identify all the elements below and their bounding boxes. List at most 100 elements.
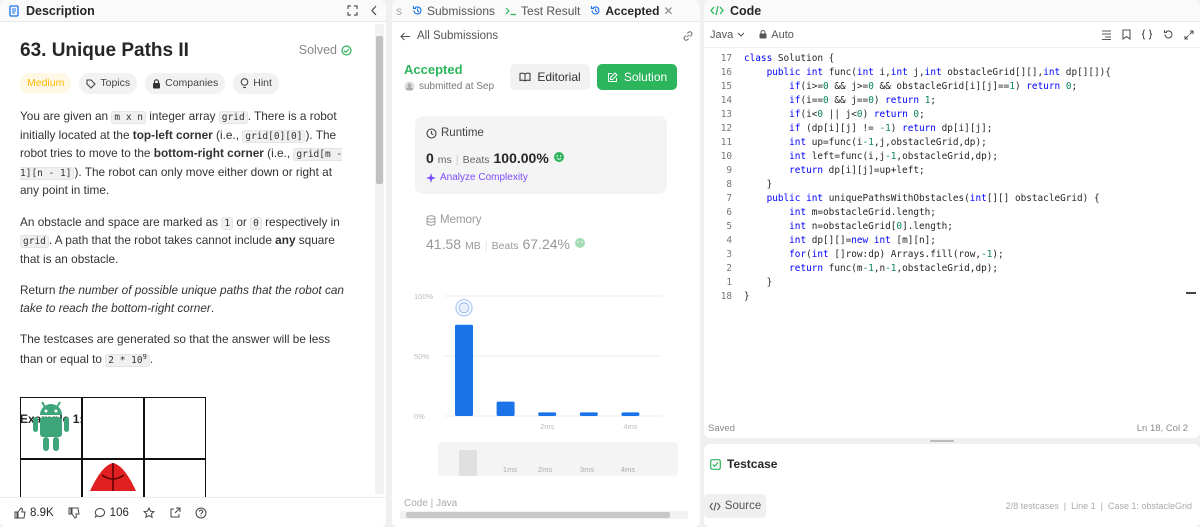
line-number: 6 <box>726 207 732 218</box>
source-button[interactable]: Source <box>704 494 766 518</box>
description-scrollbar[interactable] <box>375 24 384 494</box>
document-icon <box>8 4 20 17</box>
companies-tag[interactable]: Companies <box>145 73 226 94</box>
code-line[interactable]: 10 int left=func(i,j-1,obstacleGrid,dp); <box>704 150 1192 164</box>
range-axis: 1ms 2ms 3ms 4ms <box>503 465 635 474</box>
code-text: if(i>=0 && j>=0 && obstacleGrid[i][j]==1… <box>789 81 1078 92</box>
code-line[interactable]: 12 if (dp[i][j] != -1) return dp[i][j]; <box>704 122 1192 136</box>
code-line[interactable]: 8 } <box>704 178 1192 192</box>
code-line[interactable]: 3 for(int []row:dp) Arrays.fill(row,-1); <box>704 248 1192 262</box>
code-line[interactable]: 16 public int func(int i,int j,int obsta… <box>704 66 1192 80</box>
runtime-label: Runtime <box>441 127 484 139</box>
code-text: return dp[i][j]=up+left; <box>789 165 925 176</box>
expand-icon[interactable] <box>347 5 358 16</box>
memory-value: 41.58 <box>426 236 462 252</box>
tab-submissions[interactable]: Submissions <box>412 4 495 18</box>
testcase-header[interactable]: Testcase <box>710 457 777 471</box>
analyze-complexity-label: Analyze Complexity <box>440 172 528 183</box>
code-editor[interactable]: 17 class Solution {16 public int func(int… <box>704 52 1192 304</box>
chart-bar[interactable] <box>538 412 557 416</box>
line-number: 13 <box>720 109 732 120</box>
star-icon[interactable] <box>142 506 155 519</box>
chevron-left-icon[interactable] <box>370 5 378 16</box>
code-line[interactable]: 18} <box>704 290 1192 304</box>
testcase-status: 2/8 testcases | Line 1 | Case 1: obstacl… <box>1005 501 1192 511</box>
topics-tag[interactable]: Topics <box>79 73 138 94</box>
auto-mode[interactable]: Auto <box>759 29 794 41</box>
panel-resize-handle[interactable] <box>930 440 954 442</box>
code-line[interactable]: 2 return func(m-1,n-1,obstacleGrid,dp); <box>704 262 1192 276</box>
line-number: 4 <box>726 235 732 246</box>
code-line[interactable]: 5 int n=obstacleGrid[0].length; <box>704 220 1192 234</box>
link-icon[interactable] <box>682 30 694 42</box>
chart-bar[interactable] <box>579 412 598 416</box>
code-line[interactable]: 6 int m=obstacleGrid.length; <box>704 206 1192 220</box>
code-line[interactable]: 7 public int uniquePathsWithObstacles(in… <box>704 192 1192 206</box>
solution-button[interactable]: Solution <box>597 64 677 90</box>
code-line[interactable]: 17 class Solution { <box>704 52 1192 66</box>
comments-button[interactable]: 106 <box>94 507 129 519</box>
share-icon[interactable] <box>169 507 181 519</box>
tab-truncated[interactable]: s <box>396 4 402 18</box>
line-number: 10 <box>720 151 732 162</box>
bookmark-icon[interactable] <box>1122 29 1131 40</box>
all-submissions-link[interactable]: All Submissions <box>400 30 700 42</box>
submission-hscroll[interactable] <box>400 511 688 519</box>
language-select[interactable]: Java <box>710 29 745 41</box>
runtime-card[interactable]: Runtime 0 ms | Beats 100.00% Analyze Com… <box>415 116 667 194</box>
tab-code[interactable]: Code <box>710 4 761 18</box>
chart-bar[interactable] <box>455 324 473 416</box>
code-line[interactable]: 1 } <box>704 276 1192 290</box>
problem-title[interactable]: 63. Unique Paths II <box>20 41 189 60</box>
tab-description[interactable]: Description <box>8 4 95 18</box>
memory-title[interactable]: Memory <box>426 214 482 226</box>
analyze-complexity-link[interactable]: Analyze Complexity <box>426 172 528 183</box>
submitted-text: submitted at Sep <box>419 81 495 92</box>
runtime-distribution-chart[interactable]: 100% 50% 0% 2ms 4ms <box>414 288 674 433</box>
fullscreen-icon[interactable] <box>1184 29 1194 40</box>
inline-code: m x n <box>111 111 147 124</box>
code-icon <box>710 5 724 16</box>
runtime-beats-value: 100.00% <box>493 150 549 166</box>
book-icon <box>519 72 531 82</box>
runtime-value: 0 <box>426 150 434 166</box>
editorial-button[interactable]: Editorial <box>510 64 590 90</box>
chevron-down-icon <box>737 32 745 37</box>
editorial-label: Editorial <box>537 70 581 84</box>
chart-bar[interactable] <box>621 412 640 416</box>
code-text: int n=obstacleGrid[0].length; <box>789 221 953 232</box>
x-tick-label: 4ms <box>623 422 637 431</box>
code-text: class Solution { <box>744 53 835 64</box>
range-selector[interactable]: 1ms 2ms 3ms 4ms <box>438 442 678 476</box>
beats-emoji-icon <box>574 237 586 249</box>
chart-bar[interactable] <box>496 401 515 416</box>
close-icon[interactable]: ✕ <box>663 4 673 18</box>
code-text: public int uniquePathsWithObstacles(int[… <box>766 193 1100 204</box>
reset-icon[interactable] <box>1163 29 1174 40</box>
tab-code-label: Code <box>730 3 762 18</box>
code-line[interactable]: 14 if(i==0 && j==0) return 1; <box>704 94 1192 108</box>
code-line[interactable]: 9 return dp[i][j]=up+left; <box>704 164 1192 178</box>
tab-accepted[interactable]: Accepted ✕ <box>590 4 673 18</box>
editor-status-bar: Saved Ln 18, Col 2 <box>708 423 1188 434</box>
saved-status: Saved <box>708 423 735 434</box>
tab-test-result-label: Test Result <box>521 3 581 18</box>
code-line[interactable]: 15 if(i>=0 && j>=0 && obstacleGrid[i][j]… <box>704 80 1192 94</box>
language-label: Java <box>710 28 734 41</box>
code-icon <box>709 501 721 511</box>
code-line[interactable]: 11 int up=func(i-1,j,obstacleGrid,dp); <box>704 136 1192 150</box>
submission-panel: s Submissions Test Result Accepted ✕ All… <box>392 0 700 527</box>
like-button[interactable]: 8.9K <box>14 507 54 519</box>
checkbox-icon <box>710 458 721 470</box>
line-number: 9 <box>726 165 732 176</box>
hint-tag[interactable]: Hint <box>233 73 279 94</box>
problem-tags: Medium Topics Companies Hint <box>20 73 352 94</box>
paragraph-return: Return the number of possible unique pat… <box>20 283 344 315</box>
thumbs-down-icon[interactable] <box>68 507 80 519</box>
tab-test-result[interactable]: Test Result <box>505 4 580 18</box>
code-line[interactable]: 13 if(i<0 || j<0) return 0; <box>704 108 1192 122</box>
format-icon[interactable] <box>1101 29 1112 40</box>
help-icon[interactable] <box>195 507 207 519</box>
braces-icon[interactable] <box>1141 29 1153 40</box>
code-line[interactable]: 4 int dp[][]=new int [m][n]; <box>704 234 1192 248</box>
